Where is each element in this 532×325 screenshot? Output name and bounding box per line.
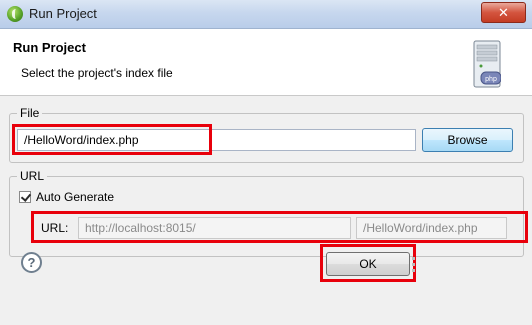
auto-generate-checkbox[interactable] bbox=[19, 191, 31, 203]
php-badge-text: php bbox=[485, 76, 497, 83]
eclipse-app-icon bbox=[7, 6, 23, 22]
header-title: Run Project bbox=[13, 40, 86, 55]
resize-grip-dot bbox=[412, 269, 415, 272]
help-icon[interactable]: ? bbox=[21, 252, 42, 273]
file-group-label: File bbox=[17, 106, 43, 120]
url-host-input[interactable] bbox=[78, 217, 351, 239]
url-path-input[interactable] bbox=[356, 217, 507, 239]
header-description: Select the project's index file bbox=[21, 66, 173, 80]
file-path-input[interactable] bbox=[17, 129, 416, 151]
resize-grip-dot bbox=[412, 263, 415, 266]
resize-grip-dot bbox=[412, 257, 415, 260]
auto-generate-label: Auto Generate bbox=[36, 190, 115, 204]
window-title: Run Project bbox=[29, 6, 97, 21]
title-bar: Run Project ✕ bbox=[0, 0, 532, 29]
dialog-header: Run Project Select the project's index f… bbox=[0, 29, 532, 96]
url-label: URL: bbox=[41, 221, 69, 235]
php-server-icon: php bbox=[473, 40, 501, 88]
browse-button[interactable]: Browse bbox=[422, 128, 513, 152]
url-group-label: URL bbox=[17, 169, 48, 183]
ok-button[interactable]: OK bbox=[326, 252, 410, 276]
close-button[interactable]: ✕ bbox=[481, 2, 526, 23]
